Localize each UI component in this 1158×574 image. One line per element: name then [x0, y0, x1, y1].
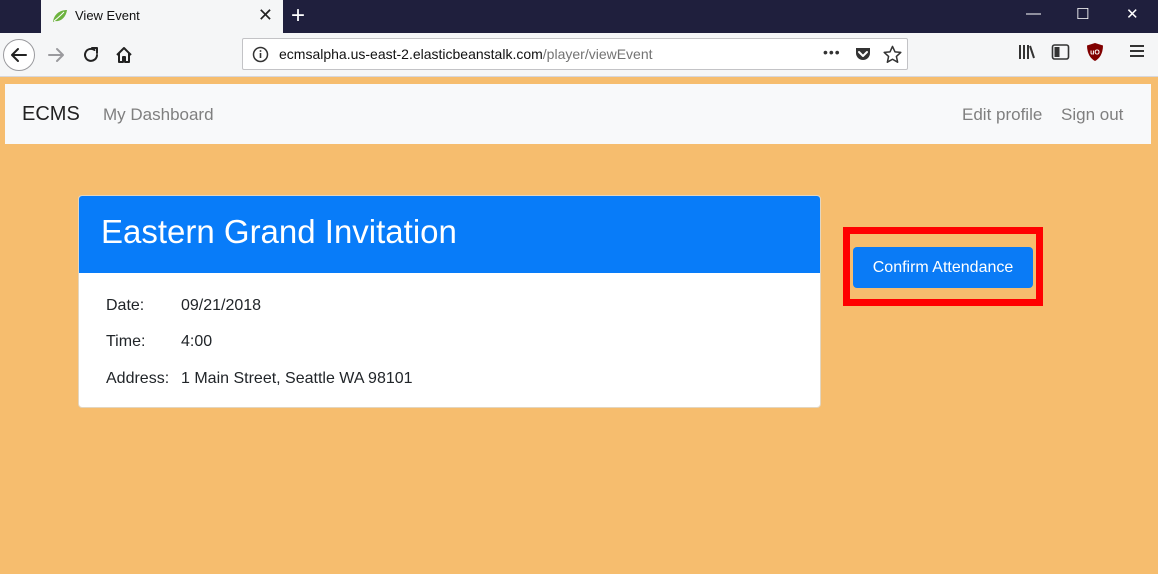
event-card: Eastern Grand Invitation Date: 09/21/201…	[78, 195, 821, 408]
back-button[interactable]	[3, 39, 35, 71]
forward-arrow-icon	[48, 48, 64, 62]
brand-link[interactable]: ECMS	[22, 103, 80, 126]
browser-tab-bar: View Event ✕ + — ☐ ✕	[0, 0, 1158, 33]
url-host: ecmsalpha.us-east-2.elasticbeanstalk.com	[279, 46, 543, 62]
event-title: Eastern Grand Invitation	[101, 213, 457, 250]
pocket-icon[interactable]	[854, 45, 872, 68]
info-icon[interactable]	[252, 46, 269, 68]
address-value: 1 Main Street, Seattle WA 98101	[181, 370, 413, 387]
edit-profile-link[interactable]: Edit profile	[962, 105, 1042, 125]
star-icon[interactable]	[883, 45, 902, 69]
minimize-button[interactable]: —	[1026, 5, 1041, 22]
address-bar[interactable]: ecmsalpha.us-east-2.elasticbeanstalk.com…	[242, 38, 908, 70]
reload-button[interactable]	[75, 39, 107, 71]
forward-button[interactable]	[40, 39, 72, 71]
event-card-header: Eastern Grand Invitation	[79, 196, 820, 273]
browser-tab[interactable]: View Event ✕	[41, 0, 283, 33]
time-value: 4:00	[181, 333, 213, 350]
back-arrow-icon	[11, 48, 27, 62]
confirm-attendance-button[interactable]: Confirm Attendance	[853, 247, 1033, 288]
tab-title: View Event	[75, 8, 140, 23]
sign-out-link[interactable]: Sign out	[1061, 105, 1123, 125]
url-text[interactable]: ecmsalpha.us-east-2.elasticbeanstalk.com…	[279, 46, 653, 62]
reload-icon	[84, 47, 98, 62]
browser-toolbar: ecmsalpha.us-east-2.elasticbeanstalk.com…	[0, 33, 1158, 77]
library-icon[interactable]	[1017, 43, 1037, 66]
url-path: /player/viewEvent	[542, 46, 653, 62]
spring-leaf-icon	[52, 9, 68, 23]
ublock-icon[interactable]: uO	[1086, 42, 1104, 67]
date-value: 09/21/2018	[181, 297, 262, 314]
hamburger-menu-icon[interactable]	[1129, 43, 1145, 64]
date-label: Date:	[106, 297, 145, 314]
home-icon	[116, 47, 132, 63]
page-actions-icon[interactable]: •••	[823, 44, 841, 60]
app-navbar: ECMS My Dashboard Edit profile Sign out	[5, 84, 1151, 144]
my-dashboard-link[interactable]: My Dashboard	[103, 105, 214, 125]
home-button[interactable]	[108, 39, 140, 71]
time-label: Time:	[106, 333, 146, 350]
svg-text:uO: uO	[1090, 50, 1100, 57]
address-label: Address:	[106, 370, 170, 387]
new-tab-button[interactable]: +	[291, 3, 305, 29]
maximize-button[interactable]: ☐	[1076, 5, 1089, 23]
close-window-button[interactable]: ✕	[1126, 5, 1139, 23]
sidebar-icon[interactable]	[1051, 43, 1070, 66]
tab-close-icon[interactable]: ✕	[258, 6, 273, 24]
